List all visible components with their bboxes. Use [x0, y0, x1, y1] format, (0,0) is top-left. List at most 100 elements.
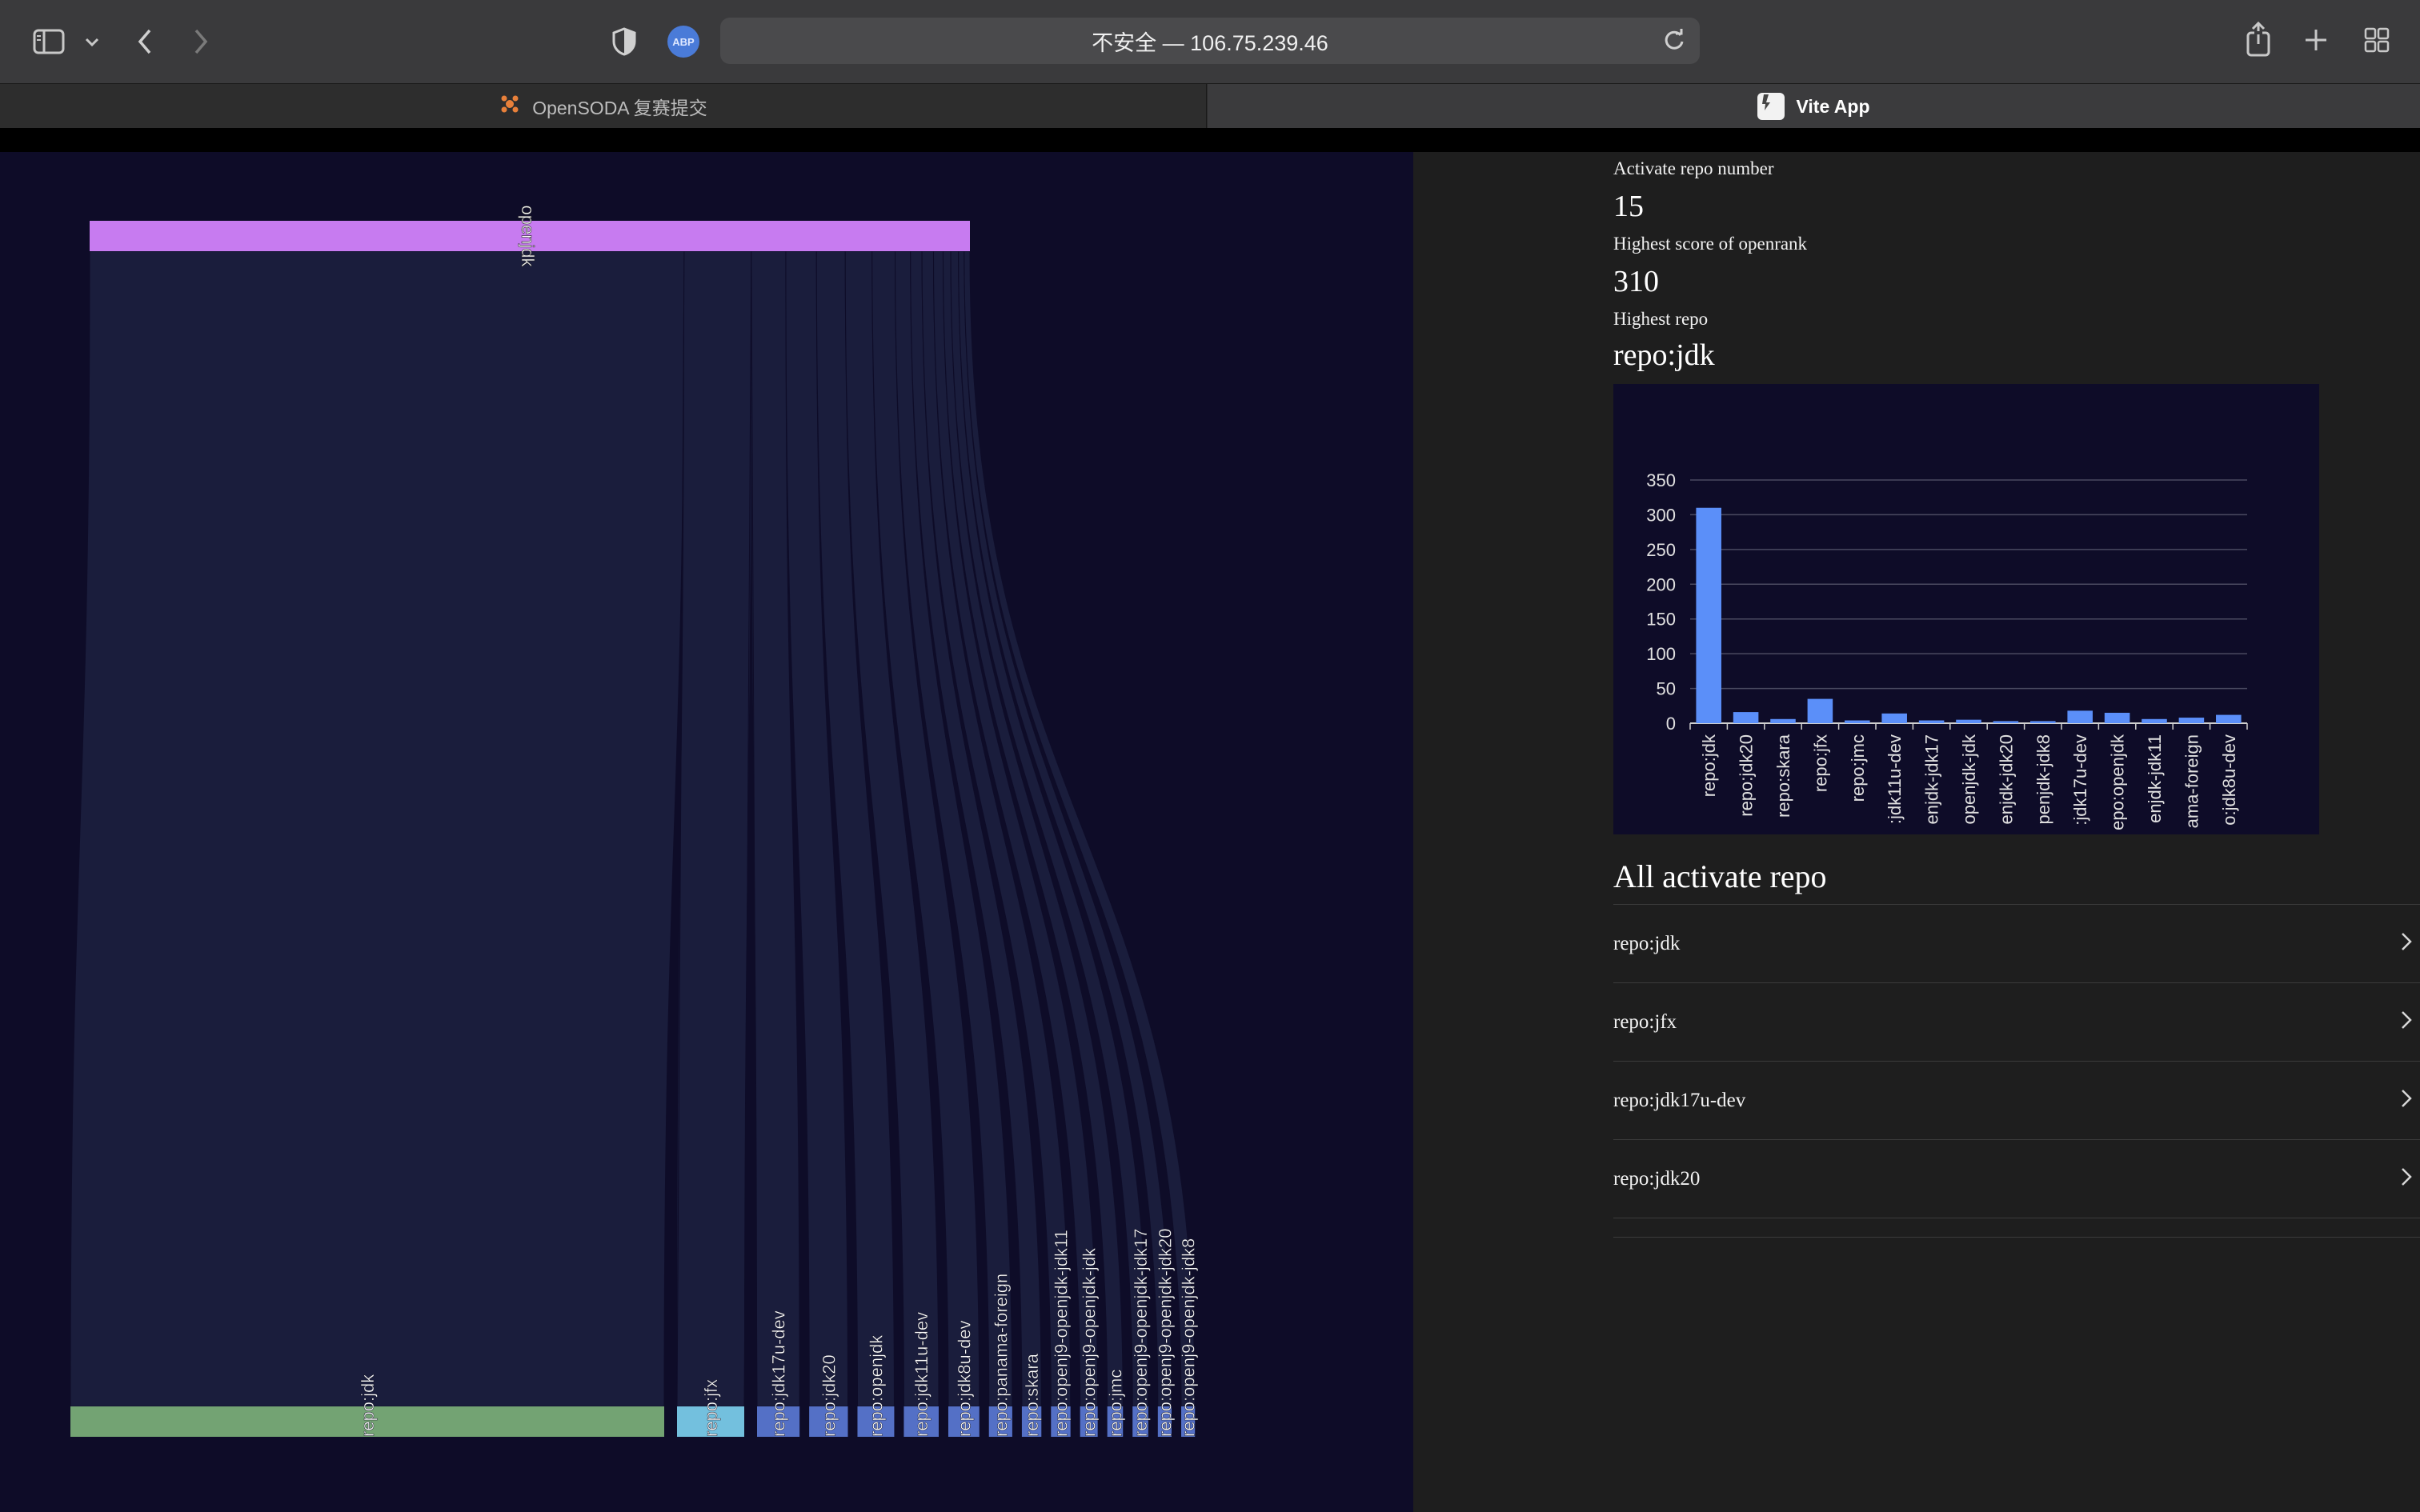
- sidebar-toggle-icon[interactable]: [30, 26, 67, 58]
- x-tick-label: ama-foreign: [2182, 734, 2202, 828]
- shield-icon[interactable]: [610, 26, 639, 58]
- bar[interactable]: [1993, 721, 2019, 723]
- list-item-label: repo:jdk17u-dev: [1613, 1089, 1746, 1111]
- bar[interactable]: [1845, 720, 1870, 723]
- bar-chart-svg: 0 50 100 150 200 250 300 350 repo:jdk repo:jdk20 r…: [1646, 470, 2248, 830]
- sankey-target-label: repo:jdk: [358, 1374, 378, 1437]
- highest-score-value: 310: [1613, 265, 1659, 298]
- y-tick-label: 100: [1646, 644, 1676, 664]
- highest-score-label: Highest score of openrank: [1613, 234, 1808, 254]
- y-tick-label: 200: [1646, 574, 1676, 594]
- sankey-target-label: repo:openj9-openjdk-jdk17: [1131, 1228, 1151, 1437]
- x-tick-label: enjdk-jdk11: [2145, 734, 2165, 823]
- tab-opensoda[interactable]: OpenSODA 复赛提交: [0, 84, 1207, 129]
- sankey-target-label: repo:openj9-openjdk-jdk20: [1155, 1228, 1175, 1437]
- y-tick-label: 150: [1646, 610, 1676, 630]
- bar[interactable]: [1733, 712, 1759, 723]
- stats-panel: Activate repo number 15 Highest score of…: [1413, 152, 2420, 1512]
- list-item[interactable]: repo:jfx: [1613, 983, 2420, 1062]
- y-tick-label: 0: [1666, 714, 1676, 734]
- tab-label: OpenSODA 复赛提交: [532, 98, 707, 118]
- x-tick-label: openjdk-jdk: [1959, 734, 1979, 825]
- y-tick-label: 300: [1646, 505, 1676, 525]
- bar[interactable]: [2030, 721, 2056, 723]
- x-tick-label: repo:jdk20: [1737, 734, 1757, 817]
- sankey-target-label: repo:openj9-openjdk-jdk8: [1179, 1238, 1199, 1437]
- address-bar[interactable]: 不安全 — 106.75.239.46: [720, 18, 1700, 64]
- list-item[interactable]: repo:jdk: [1613, 905, 2420, 983]
- sankey-diagram: openjdk repo:jdk repo:jfx repo:jdk17u-dev re…: [70, 205, 1199, 1437]
- x-tick-label: repo:jfx: [1810, 734, 1830, 792]
- bar[interactable]: [1696, 507, 1721, 723]
- sankey-target-label: repo:jmc: [1105, 1370, 1125, 1437]
- list-item-label: repo:jfx: [1613, 1010, 1677, 1033]
- y-tick-label: 350: [1646, 470, 1676, 490]
- bar[interactable]: [2216, 714, 2242, 723]
- chevron-down-icon[interactable]: [80, 30, 104, 54]
- browser-toolbar: ABP 不安全 — 106.75.239.46: [0, 0, 2420, 83]
- highest-repo-label: Highest repo: [1613, 309, 1709, 329]
- sankey-source-label: openjdk: [518, 205, 538, 267]
- repo-list-title: All activate repo: [1613, 858, 1827, 894]
- sankey-target-label: repo:jdk17u-dev: [769, 1310, 789, 1437]
- bar-chart: 0 50 100 150 200 250 300 350 repo:jdk repo:jdk20 r…: [1613, 384, 2319, 834]
- list-item[interactable]: repo:jdk17u-dev: [1613, 1062, 2420, 1140]
- y-tick-label: 250: [1646, 540, 1676, 560]
- tab-bar: OpenSODA 复赛提交 Vite App: [0, 83, 2420, 129]
- x-tick-label: epo:openjdk: [2108, 734, 2128, 830]
- active-repo-value: 15: [1613, 190, 1644, 223]
- forward-icon[interactable]: [189, 24, 213, 59]
- bar[interactable]: [1770, 718, 1796, 723]
- list-bottom-divider: [1613, 1237, 2420, 1238]
- new-tab-icon[interactable]: [2302, 26, 2330, 54]
- repo-list: repo:jdk repo:jfx repo:jdk17u-dev repo:j…: [1613, 904, 2420, 1218]
- bar[interactable]: [2142, 718, 2167, 723]
- active-repo-label: Activate repo number: [1613, 158, 1774, 178]
- sankey-target-label: repo:jdk8u-dev: [954, 1320, 974, 1437]
- bar[interactable]: [1956, 719, 1981, 723]
- sankey-target-label: repo:openjdk: [866, 1334, 886, 1437]
- bar[interactable]: [2104, 712, 2130, 723]
- sankey-link[interactable]: [70, 250, 685, 1407]
- y-tick-label: 50: [1657, 679, 1676, 699]
- sankey-target-label: repo:openj9-openjdk-jdk11: [1051, 1230, 1071, 1437]
- bar[interactable]: [1807, 698, 1833, 723]
- opensoda-favicon-icon: [499, 93, 521, 120]
- back-icon[interactable]: [133, 24, 157, 59]
- sankey-link[interactable]: [676, 250, 752, 1407]
- highest-repo-value: repo:jdk: [1613, 338, 1715, 372]
- tab-label: Vite App: [1796, 95, 1870, 117]
- chevron-right-icon: [2401, 932, 2412, 955]
- tab-overview-icon[interactable]: [2362, 26, 2391, 54]
- page-top-bar: [0, 128, 2420, 152]
- x-tick-label: o:jdk8u-dev: [2219, 734, 2239, 826]
- bar[interactable]: [1881, 713, 1907, 723]
- x-tick-label: enjdk-jdk17: [1922, 734, 1942, 825]
- list-item-label: repo:jdk20: [1613, 1167, 1701, 1190]
- sankey-target-label: repo:jdk11u-dev: [912, 1312, 932, 1437]
- tab-vite-app[interactable]: Vite App: [1208, 84, 2420, 129]
- x-tick-label: repo:skara: [1773, 734, 1793, 818]
- sankey-target-label: repo:jfx: [701, 1379, 721, 1437]
- bar[interactable]: [2178, 718, 2205, 723]
- chevron-right-icon: [2401, 1167, 2412, 1190]
- bar[interactable]: [1918, 720, 1945, 723]
- chevron-right-icon: [2401, 1089, 2412, 1112]
- sankey-panel: openjdk repo:jdk repo:jfx repo:jdk17u-dev re…: [0, 152, 1413, 1512]
- x-tick-label: repo:jdk: [1699, 734, 1719, 797]
- vite-favicon-icon: [1757, 93, 1785, 120]
- adblock-icon[interactable]: ABP: [667, 26, 699, 58]
- reload-icon[interactable]: [1663, 29, 1685, 57]
- x-tick-label: :jdk17u-dev: [2070, 734, 2090, 826]
- x-tick-label: enjdk-jdk20: [1996, 734, 2016, 825]
- share-icon[interactable]: [2244, 19, 2273, 59]
- list-item-label: repo:jdk: [1613, 932, 1681, 954]
- bar[interactable]: [2067, 710, 2093, 723]
- sankey-target-label: repo:openj9-openjdk-jdk: [1080, 1247, 1100, 1437]
- sankey-target-label: repo:skara: [1022, 1353, 1042, 1437]
- list-item[interactable]: repo:jdk20: [1613, 1140, 2420, 1218]
- x-tick-label: :jdk11u-dev: [1885, 734, 1905, 824]
- x-tick-label: repo:jmc: [1848, 734, 1868, 802]
- sankey-target-label: repo:panama-foreign: [991, 1274, 1011, 1437]
- url-text: 不安全 — 106.75.239.46: [1092, 30, 1328, 55]
